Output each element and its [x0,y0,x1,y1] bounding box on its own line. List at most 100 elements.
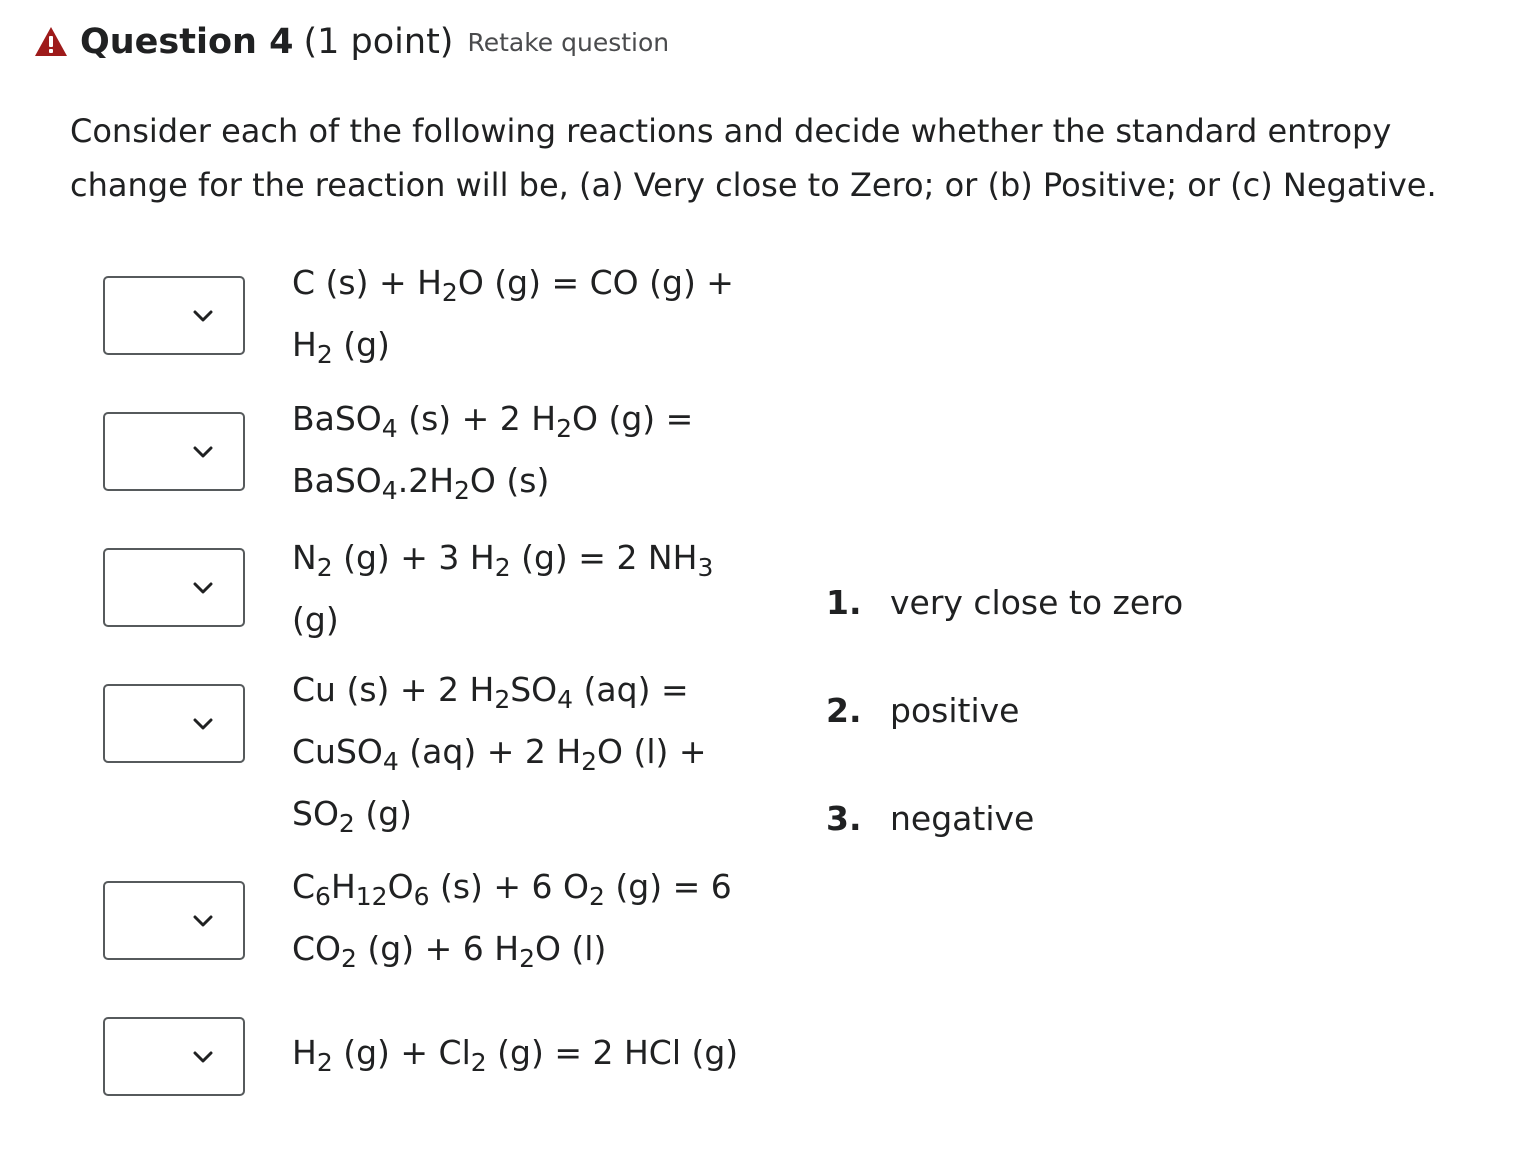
chevron-down-icon [193,310,213,321]
reaction-equation-2: BaSO4 (s) + 2 H2O (g) = BaSO4.2H2O (s) [292,388,762,512]
equation-line: SO2 (g) [292,783,762,845]
subscript: 2 [341,944,357,973]
equation-text: (g) = 2 NH [510,538,698,577]
equation-line: C6H12O6 (s) + 6 O2 (g) = 6 [292,856,762,918]
equation-text: O (l) [534,929,607,968]
warning-triangle-icon [35,27,67,56]
subscript: 2 [494,553,511,582]
subscript: 2 [470,1048,487,1077]
chevron-down-icon [193,1051,213,1062]
subscript: 2 [494,685,511,714]
equation-text: (g) [332,325,390,364]
question-header: Question 4 (1 point) Retake question [34,16,669,68]
equation-text: (g) [292,600,339,639]
reaction-equation-4: Cu (s) + 2 H2SO4 (aq) = CuSO4 (aq) + 2 H2… [292,659,762,845]
equation-text: (g) + 6 H [356,929,520,968]
answer-select-2[interactable] [103,412,245,491]
subscript: 2 [556,414,572,443]
equation-text: SO [510,670,558,709]
equation-line: H2 (g) [292,314,762,376]
subscript: 2 [581,747,598,776]
reaction-equation-1: C (s) + H2O (g) = CO (g) + H2 (g) [292,252,762,376]
subscript: 12 [355,882,388,911]
equation-text: (aq) = [573,670,689,709]
equation-text: CuSO [292,732,383,771]
subscript: 2 [454,476,470,505]
chevron-down-icon [193,446,213,457]
equation-text: (g) + 3 H [332,538,495,577]
equation-text: H [292,1033,317,1072]
chevron-down-icon [193,915,213,926]
equation-text: (s) + 6 O [429,867,590,906]
equation-text: BaSO [292,461,382,500]
subscript: 2 [589,882,605,911]
equation-line: Cu (s) + 2 H2SO4 (aq) = [292,659,762,721]
equation-text: O [387,867,414,906]
equation-text: SO [292,794,339,833]
answer-option-2: 2. positive [826,656,1183,764]
answer-option-3: 3. negative [826,764,1183,872]
subscript: 4 [381,414,398,443]
equation-line: H2 (g) + Cl2 (g) = 2 HCl (g) [292,1022,762,1084]
equation-text: N [292,538,317,577]
equation-text: (g) = 2 HCl (g) [486,1033,739,1072]
reaction-equation-6: H2 (g) + Cl2 (g) = 2 HCl (g) [292,1022,762,1084]
option-number: 3. [826,798,862,838]
subscript: 2 [338,809,355,838]
chevron-down-icon [193,582,213,593]
equation-text: (s) + 2 H [397,399,557,438]
subscript: 2 [316,340,333,369]
equation-line: N2 (g) + 3 H2 (g) = 2 NH3 [292,527,762,589]
equation-text: (aq) + 2 H [398,732,582,771]
equation-line: BaSO4.2H2O (s) [292,450,762,512]
equation-text: CO [292,929,342,968]
equation-text: Cu (s) + 2 H [292,670,495,709]
equation-text: (g) + Cl [332,1033,471,1072]
retake-question-link[interactable]: Retake question [467,28,669,57]
answer-select-6[interactable] [103,1017,245,1096]
question-title: Question 4 [80,22,294,62]
answer-options-list: 1. very close to zero 2. positive 3. negative [826,548,1183,872]
chevron-down-icon [193,718,213,729]
equation-text: O (l) + [597,732,707,771]
option-number: 2. [826,690,862,730]
equation-line: CO2 (g) + 6 H2O (l) [292,918,762,980]
question-prompt: Consider each of the following reactions… [70,112,1437,204]
subscript: 4 [381,476,398,505]
equation-text: O (g) = [571,399,694,438]
answer-select-5[interactable] [103,881,245,960]
equation-line: C (s) + H2O (g) = CO (g) + [292,252,762,314]
subscript: 3 [697,553,714,582]
subscript: 2 [316,553,333,582]
subscript: 2 [519,944,535,973]
answer-option-1: 1. very close to zero [826,548,1183,656]
subscript: 2 [441,278,458,307]
option-number: 1. [826,582,862,622]
answer-select-1[interactable] [103,276,245,355]
reaction-equation-5: C6H12O6 (s) + 6 O2 (g) = 6 CO2 (g) + 6 H2… [292,856,762,980]
answer-select-4[interactable] [103,684,245,763]
option-label: positive [890,690,1020,730]
equation-text: C [292,867,316,906]
equation-text: H [292,325,317,364]
equation-line: CuSO4 (aq) + 2 H2O (l) + [292,721,762,783]
option-label: negative [890,798,1035,838]
equation-text: H [330,867,356,906]
equation-text: (g) = 6 [604,867,732,906]
equation-text: C (s) + H [292,263,442,302]
subscript: 6 [413,882,430,911]
equation-text: O (g) = CO (g) + [457,263,734,302]
equation-text: O (s) [469,461,550,500]
subscript: 4 [382,747,399,776]
subscript: 2 [316,1048,333,1077]
equation-line: BaSO4 (s) + 2 H2O (g) = [292,388,762,450]
equation-line: (g) [292,589,762,651]
equation-text: BaSO [292,399,382,438]
subscript: 4 [557,685,574,714]
question-points: (1 point) [303,22,454,62]
option-label: very close to zero [890,582,1184,622]
subscript: 6 [315,882,331,911]
answer-select-3[interactable] [103,548,245,627]
equation-text: (g) [354,794,413,833]
reaction-equation-3: N2 (g) + 3 H2 (g) = 2 NH3 (g) [292,527,762,651]
